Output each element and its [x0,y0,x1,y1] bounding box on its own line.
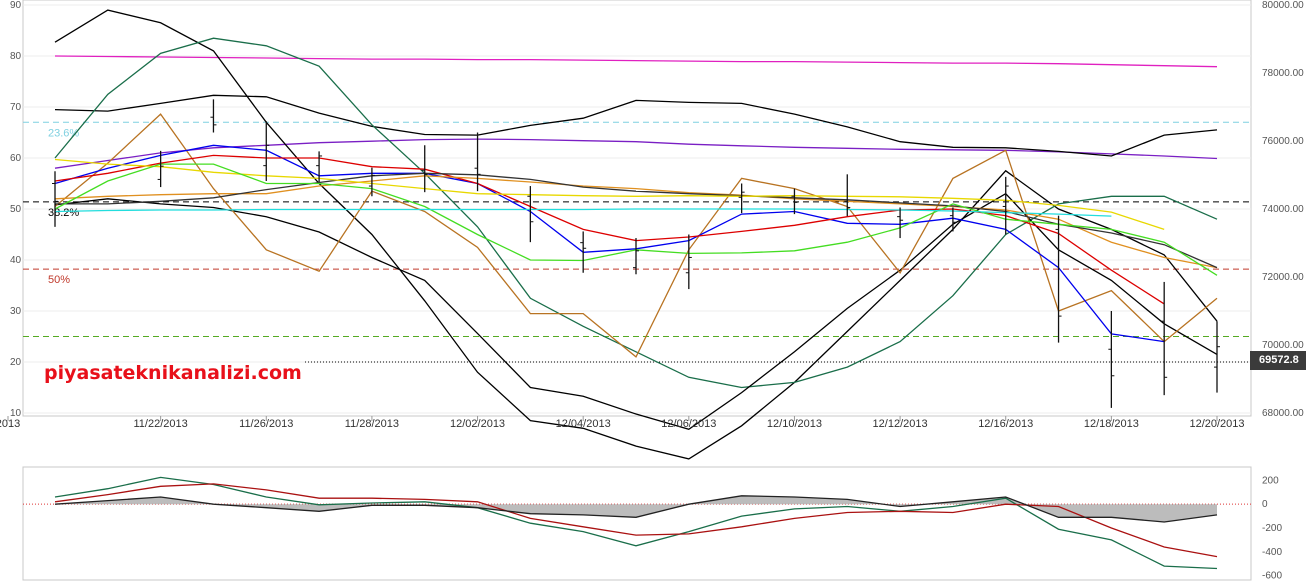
chart-canvas: 23.6%38.2%50% 102030405060708090 68000.0… [0,0,1304,582]
right-tick-label: 80000.00 [1262,0,1304,11]
oscillator-axis-ticks: 200 0 -200 -400 -600 [1262,475,1282,581]
reference-line-label: 38.2% [48,207,79,219]
left-axis-ticks: 102030405060708090 [10,0,22,419]
oscillator-tick-label: -200 [1262,523,1282,534]
left-tick-label: 90 [10,0,22,11]
left-tick-label: 50 [10,204,22,215]
left-tick-label: 60 [10,153,22,164]
x-axis-ticks: 2013 11/22/2013 11/26/2013 11/28/2013 12/02/… [0,416,1245,430]
reference-line-label: 50% [48,274,70,286]
main-price-panel: 23.6%38.2%50% 102030405060708090 68000.0… [0,0,1304,460]
x-tick-label: 11/26/2013 [239,418,293,430]
oscillator-tick-label: -600 [1262,571,1282,582]
right-tick-label: 68000.00 [1262,408,1304,419]
left-tick-label: 40 [10,255,22,266]
x-tick-label: 12/16/2013 [978,418,1033,430]
x-tick-label: 12/18/2013 [1084,418,1139,430]
left-tick-label: 30 [10,306,22,317]
x-tick-label: 11/28/2013 [345,418,399,430]
x-tick-label: 12/06/2013 [661,418,716,430]
right-tick-label: 74000.00 [1262,204,1304,215]
right-tick-label: 70000.00 [1262,340,1304,351]
x-tick-label: 12/04/2013 [556,418,611,430]
oscillator-tick-label: 200 [1262,475,1279,486]
x-tick-label: 12/20/2013 [1189,418,1244,430]
left-tick-label: 80 [10,51,22,62]
x-tick-label: 12/10/2013 [767,418,822,430]
x-tick-label: 12/02/2013 [450,418,505,430]
right-tick-label: 72000.00 [1262,272,1304,283]
left-tick-label: 20 [10,357,22,368]
oscillator-tick-label: 0 [1262,499,1268,510]
left-tick-label: 70 [10,102,22,113]
x-tick-label: 11/22/2013 [134,418,188,430]
site-watermark: piyasateknikanalizi.com [44,362,302,384]
right-tick-label: 76000.00 [1262,136,1304,147]
oscillator-panel: 200 0 -200 -400 -600 [22,466,1282,582]
last-price-badge: 69572.8 [1250,351,1306,370]
x-tick-label: 12/12/2013 [873,418,928,430]
right-tick-label: 78000.00 [1262,68,1304,79]
oscillator-tick-label: -400 [1262,547,1282,558]
x-tick-label: 2013 [0,418,20,430]
